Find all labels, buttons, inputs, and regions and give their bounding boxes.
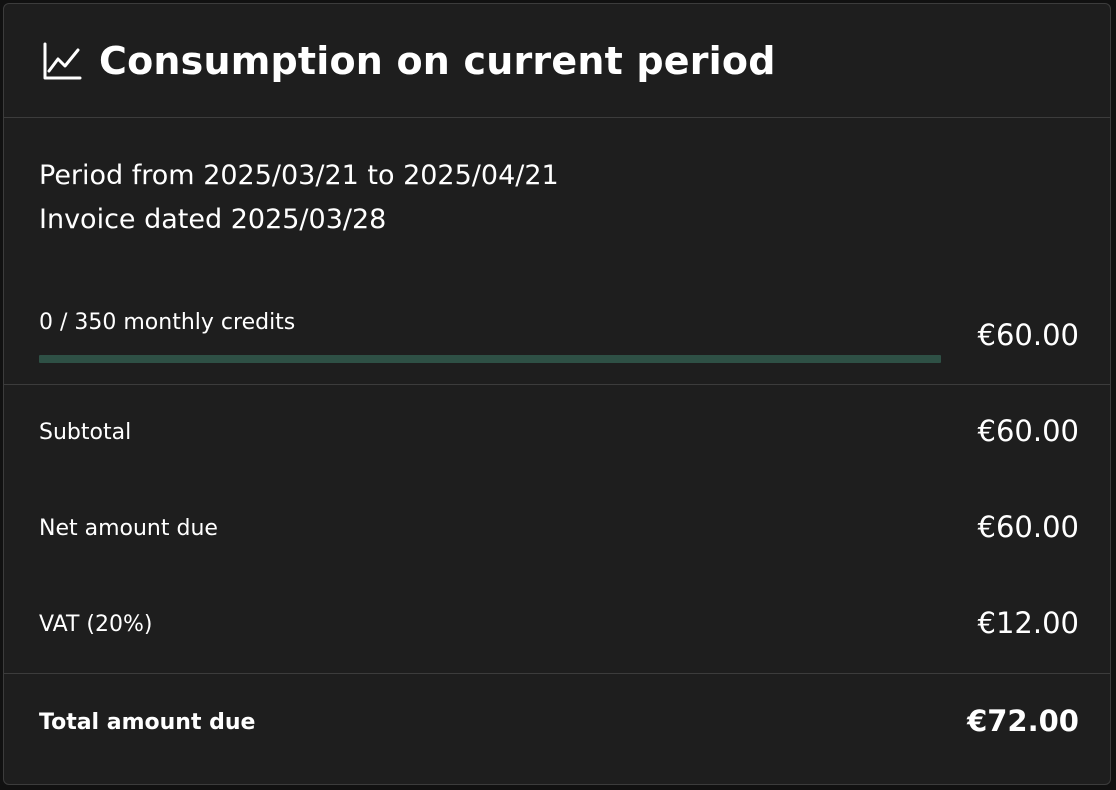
credits-label: 0 / 350 monthly credits (39, 310, 296, 335)
credits-section: 0 / 350 monthly credits €60.00 (4, 294, 1110, 385)
credits-progress-bar (39, 355, 941, 363)
total-divider (4, 673, 1110, 674)
credits-amount: €60.00 (977, 318, 1079, 352)
net-amount-label: Net amount due (39, 516, 218, 541)
vat-label: VAT (20%) (39, 612, 153, 637)
subtotal-label: Subtotal (39, 420, 132, 445)
net-amount-row: Net amount due €60.00 (4, 510, 1110, 550)
subtotal-value: €60.00 (977, 414, 1079, 448)
invoice-date: Invoice dated 2025/03/28 (39, 204, 387, 235)
total-row: Total amount due €72.00 (4, 704, 1110, 744)
total-label: Total amount due (39, 710, 256, 735)
consumption-card: Consumption on current period Period fro… (3, 3, 1111, 785)
total-value: €72.00 (967, 704, 1079, 738)
period-info: Period from 2025/03/21 to 2025/04/21 Inv… (4, 118, 1110, 242)
card-title: Consumption on current period (99, 38, 776, 83)
net-amount-value: €60.00 (977, 510, 1079, 544)
card-header: Consumption on current period (4, 4, 1110, 118)
line-chart-icon (41, 40, 83, 82)
subtotal-row: Subtotal €60.00 (4, 414, 1110, 454)
vat-value: €12.00 (977, 606, 1079, 640)
vat-row: VAT (20%) €12.00 (4, 606, 1110, 646)
period-range: Period from 2025/03/21 to 2025/04/21 (39, 160, 559, 191)
